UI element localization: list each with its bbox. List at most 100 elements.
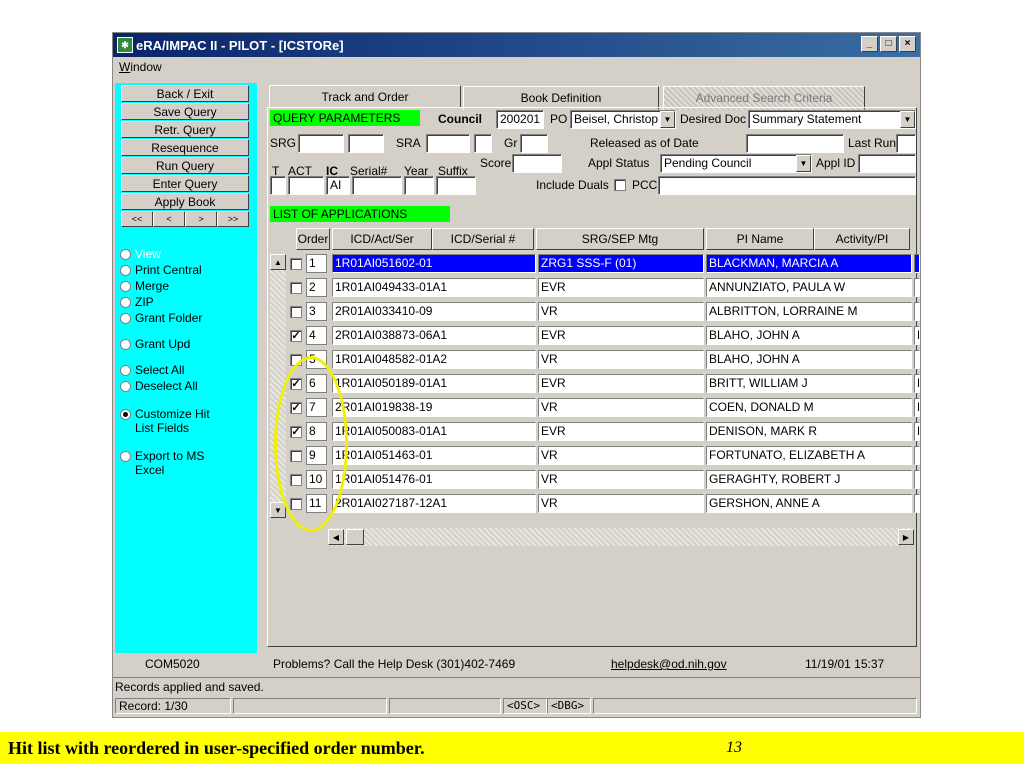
order-number-field[interactable]: 9 bbox=[306, 446, 327, 465]
next-record-button[interactable]: > bbox=[185, 211, 217, 227]
sra-field-2[interactable] bbox=[474, 134, 492, 153]
last-run-field[interactable] bbox=[896, 134, 916, 153]
enter-query-button[interactable]: Enter Query bbox=[121, 175, 249, 192]
row-checkbox[interactable] bbox=[290, 306, 302, 318]
row-checkbox[interactable] bbox=[290, 474, 302, 486]
col-icd-act-ser[interactable]: ICD/Act/Ser bbox=[332, 228, 432, 250]
row-checkbox[interactable]: ✓ bbox=[290, 378, 302, 390]
list-hscroll[interactable]: ◀ ▶ bbox=[328, 528, 914, 546]
maximize-button[interactable]: □ bbox=[880, 36, 897, 52]
desired-doc-select[interactable]: Summary Statement ▼ bbox=[748, 110, 916, 129]
order-number-field[interactable]: 7 bbox=[306, 398, 327, 417]
dropdown-arrow-icon[interactable]: ▼ bbox=[660, 111, 675, 128]
row-checkbox[interactable] bbox=[290, 258, 302, 270]
table-row[interactable]: 2 1R01AI049433-01A1 EVR ANNUNZIATO, PAULA W bbox=[268, 276, 920, 298]
ic-field[interactable]: AI bbox=[326, 176, 350, 195]
radio-grant-folder[interactable]: Grant Folder bbox=[120, 311, 257, 325]
retr-query-button[interactable]: Retr. Query bbox=[121, 121, 249, 138]
dropdown-arrow-icon[interactable]: ▼ bbox=[796, 155, 811, 172]
table-row[interactable]: 3 2R01AI033410-09 VR ALBRITTON, LORRAINE M bbox=[268, 300, 920, 322]
order-number-field[interactable]: 3 bbox=[306, 302, 327, 321]
app-icon[interactable]: ✱ bbox=[117, 37, 133, 53]
order-number-field[interactable]: 6 bbox=[306, 374, 327, 393]
col-icd-serial[interactable]: ICD/Serial # bbox=[432, 228, 534, 250]
t-field[interactable] bbox=[270, 176, 286, 195]
table-row[interactable]: ✓ 8 1R01AI050083-01A1EVRDENISON, MARK RFin… bbox=[268, 420, 920, 442]
order-number-field[interactable]: 4 bbox=[306, 326, 327, 345]
srg-field-1[interactable] bbox=[298, 134, 344, 153]
col-order[interactable]: Order bbox=[296, 228, 330, 250]
row-checkbox[interactable]: ✓ bbox=[290, 330, 302, 342]
table-row[interactable]: ✓ 6 1R01AI050189-01A1EVRBRITT, WILLIAM JFi… bbox=[268, 372, 920, 394]
radio-customize-hit-list[interactable]: Customize Hit List Fields bbox=[120, 407, 230, 435]
help-email-link[interactable]: helpdesk@od.nih.gov bbox=[611, 657, 727, 671]
row-checkbox[interactable] bbox=[290, 450, 302, 462]
order-number-field[interactable]: 2 bbox=[306, 278, 327, 297]
table-row[interactable]: 10 1R01AI051476-01 VR GERAGHTY, ROBERT J bbox=[268, 468, 920, 490]
row-checkbox[interactable] bbox=[290, 282, 302, 294]
col-srg-sep-mtg[interactable]: SRG/SEP Mtg bbox=[536, 228, 704, 250]
order-number-field[interactable]: 11 bbox=[306, 494, 327, 513]
table-row[interactable]: 11 2R01AI027187-12A1 VR GERSHON, ANNE A bbox=[268, 492, 920, 514]
row-checkbox[interactable] bbox=[290, 498, 302, 510]
gr-field[interactable] bbox=[520, 134, 548, 153]
row-checkbox[interactable] bbox=[290, 354, 302, 366]
appl-id-field[interactable] bbox=[858, 154, 916, 173]
pcc-field[interactable] bbox=[658, 176, 916, 195]
serial-field[interactable] bbox=[352, 176, 402, 195]
col-activity-pi[interactable]: Activity/PI bbox=[814, 228, 910, 250]
appl-status-select[interactable]: Pending Council ▼ bbox=[660, 154, 812, 173]
table-row[interactable]: 5 1R01AI048582-01A2 VR BLAHO, JOHN A bbox=[268, 348, 920, 370]
table-row[interactable]: 9 1R01AI051463-01 VR FORTUNATO, ELIZABETH A bbox=[268, 444, 920, 466]
scroll-right-icon[interactable]: ▶ bbox=[898, 529, 914, 545]
save-query-button[interactable]: Save Query bbox=[121, 103, 249, 120]
menu-window[interactable]: Window bbox=[119, 60, 162, 74]
include-duals-checkbox[interactable] bbox=[614, 179, 626, 191]
order-number-field[interactable]: 10 bbox=[306, 470, 327, 489]
tab-track-and-order[interactable]: Track and Order bbox=[269, 85, 461, 108]
prev-record-button[interactable]: < bbox=[153, 211, 185, 227]
radio-deselect-all[interactable]: Deselect All bbox=[120, 379, 198, 393]
app-window: ✱ eRA/IMPAC II - PILOT - [ICSTORe] _ □ ×… bbox=[112, 32, 921, 718]
year-field[interactable] bbox=[404, 176, 434, 195]
order-number-field[interactable]: 8 bbox=[306, 422, 327, 441]
row-checkbox[interactable]: ✓ bbox=[290, 402, 302, 414]
sra-field-1[interactable] bbox=[426, 134, 470, 153]
minimize-button[interactable]: _ bbox=[861, 36, 878, 52]
act-field[interactable] bbox=[288, 176, 324, 195]
table-row[interactable]: ✓ 7 2R01AI019838-19VRCOEN, DONALD MFinal bbox=[268, 396, 920, 418]
first-record-button[interactable]: << bbox=[121, 211, 153, 227]
radio-grant-upd[interactable]: Grant Upd bbox=[120, 337, 190, 351]
col-pi-name[interactable]: PI Name bbox=[706, 228, 814, 250]
last-record-button[interactable]: >> bbox=[217, 211, 249, 227]
title-bar[interactable]: ✱ eRA/IMPAC II - PILOT - [ICSTORe] _ □ × bbox=[113, 33, 920, 57]
srg-field-2[interactable] bbox=[348, 134, 384, 153]
radio-merge[interactable]: Merge bbox=[120, 279, 169, 293]
table-row[interactable]: ✓ 4 2R01AI038873-06A1EVRBLAHO, JOHN AFinal bbox=[268, 324, 920, 346]
appl-id-label: Appl ID bbox=[816, 156, 856, 170]
table-row[interactable]: 1 1R01AI051602-01 ZRG1 SSS-F (01) BLACKMAN,… bbox=[268, 252, 920, 274]
back-exit-button[interactable]: Back / Exit bbox=[121, 85, 249, 102]
scroll-left-icon[interactable]: ◀ bbox=[328, 529, 344, 545]
radio-print-central[interactable]: Print Central bbox=[120, 263, 202, 277]
radio-export-excel[interactable]: Export to MS Excel bbox=[120, 449, 220, 477]
radio-zip[interactable]: ZIP bbox=[120, 295, 154, 309]
radio-select-all[interactable]: Select All bbox=[120, 363, 184, 377]
suffix-field[interactable] bbox=[436, 176, 476, 195]
released-date-field[interactable] bbox=[746, 134, 844, 153]
dropdown-arrow-icon[interactable]: ▼ bbox=[900, 111, 915, 128]
council-field[interactable]: 200201 bbox=[496, 110, 544, 129]
hscroll-thumb[interactable] bbox=[346, 529, 364, 545]
order-number-field[interactable]: 1 bbox=[306, 254, 327, 273]
apply-book-button[interactable]: Apply Book bbox=[121, 193, 249, 210]
po-select[interactable]: Beisel, Christop ▼ bbox=[570, 110, 676, 129]
row-checkbox[interactable]: ✓ bbox=[290, 426, 302, 438]
close-button[interactable]: × bbox=[899, 36, 916, 52]
order-number-field[interactable]: 5 bbox=[306, 350, 327, 369]
resequence-button[interactable]: Resequence bbox=[121, 139, 249, 156]
run-query-button[interactable]: Run Query bbox=[121, 157, 249, 174]
icd-cell: 1R01AI049433-01A1 bbox=[332, 278, 536, 297]
icd-cell: 2R01AI027187-12A1 bbox=[332, 494, 536, 513]
score-field[interactable] bbox=[512, 154, 562, 173]
radio-view[interactable]: View bbox=[120, 247, 161, 261]
